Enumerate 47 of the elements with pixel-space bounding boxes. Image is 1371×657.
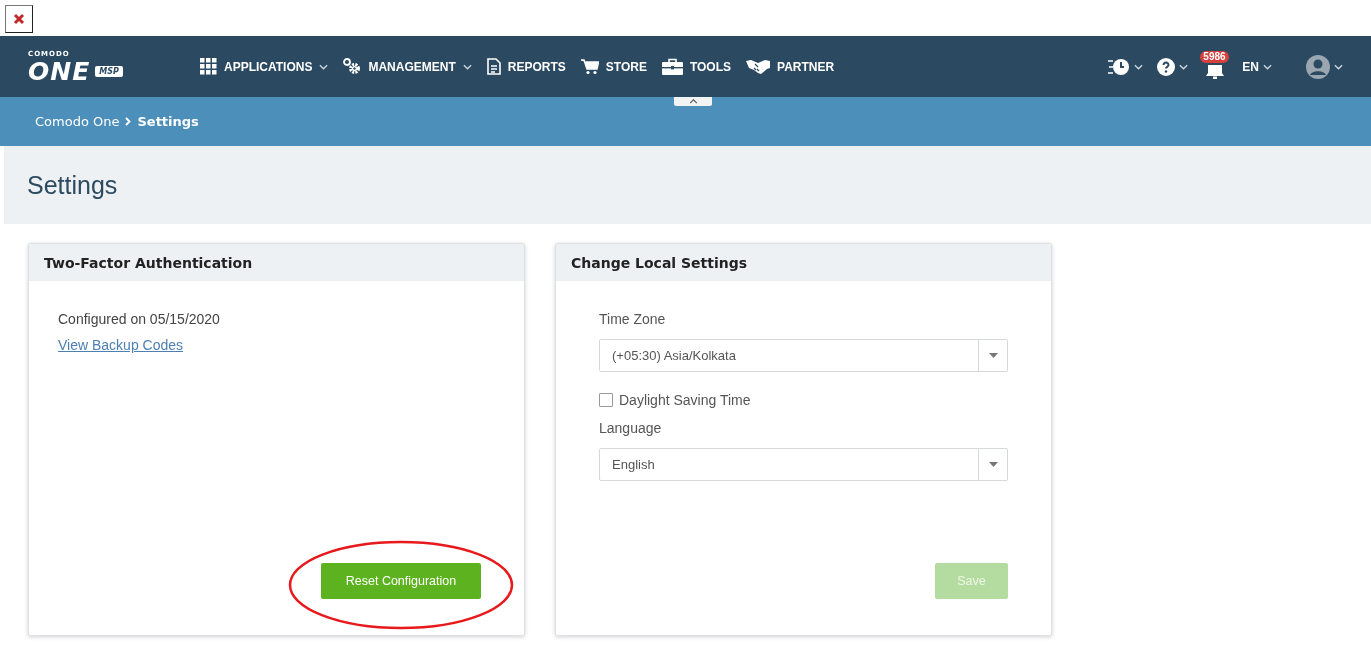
- avatar-icon: [1306, 54, 1330, 79]
- nav-menu-item[interactable]: APPLICATIONS: [200, 58, 329, 75]
- logo-text: ONE: [28, 58, 91, 84]
- dropdown-arrow-icon: [988, 353, 998, 358]
- logo-badge: MSP: [95, 65, 123, 77]
- notification-count: 5986: [1200, 50, 1229, 63]
- field-label: Language: [599, 420, 663, 436]
- help-icon: [1157, 57, 1176, 76]
- caret-icon: [1179, 63, 1189, 70]
- language-select[interactable]: English: [599, 448, 1008, 481]
- clock-list-icon: [1108, 57, 1131, 76]
- chevron-icon: [125, 117, 132, 126]
- toolbox-icon: [661, 58, 683, 75]
- caret-icon: [319, 63, 329, 70]
- caret-icon: [1134, 63, 1144, 70]
- caret-up-icon: [688, 99, 698, 104]
- nav-menu-item[interactable]: REPORTS: [486, 58, 566, 75]
- nav-menu-item[interactable]: PARTNER: [746, 58, 835, 75]
- grid-icon: [200, 58, 217, 75]
- history-button[interactable]: [1108, 57, 1144, 76]
- backup-codes-link[interactable]: View Backup Codes: [58, 337, 184, 353]
- notifications-button[interactable]: 5986: [1202, 53, 1229, 80]
- caret-icon: [462, 63, 472, 70]
- nav-menu-item[interactable]: STORE: [580, 58, 647, 75]
- nav-menu-item[interactable]: MANAGEMENT: [343, 58, 472, 75]
- document-icon: [486, 58, 501, 75]
- language-menu[interactable]: EN: [1242, 59, 1272, 74]
- collapse-button[interactable]: [674, 97, 712, 106]
- user-menu[interactable]: [1306, 54, 1343, 79]
- card-title: Two-Factor Authentication: [29, 244, 524, 281]
- gears-icon: [343, 58, 362, 75]
- dst-checkbox[interactable]: Daylight Saving Time: [599, 392, 1008, 408]
- caret-icon: [1263, 63, 1272, 70]
- broken-image-icon: [5, 5, 33, 33]
- help-button[interactable]: [1157, 57, 1189, 76]
- timezone-select[interactable]: (+05:30) Asia/Kolkata: [599, 339, 1008, 372]
- page-title: Settings: [27, 170, 118, 200]
- checkbox[interactable]: [599, 393, 613, 407]
- card-title: Change Local Settings: [556, 244, 1051, 281]
- breadcrumb-item[interactable]: Comodo One: [35, 114, 120, 129]
- field-label: Time Zone: [599, 311, 667, 327]
- nav-menu-item[interactable]: TOOLS: [661, 58, 732, 75]
- status-text: Configured on 05/15/2020: [58, 311, 221, 327]
- cart-icon: [580, 58, 599, 75]
- breadcrumb-item: Settings: [137, 114, 199, 129]
- dropdown-arrow-icon: [988, 462, 998, 467]
- caret-icon: [1334, 63, 1343, 70]
